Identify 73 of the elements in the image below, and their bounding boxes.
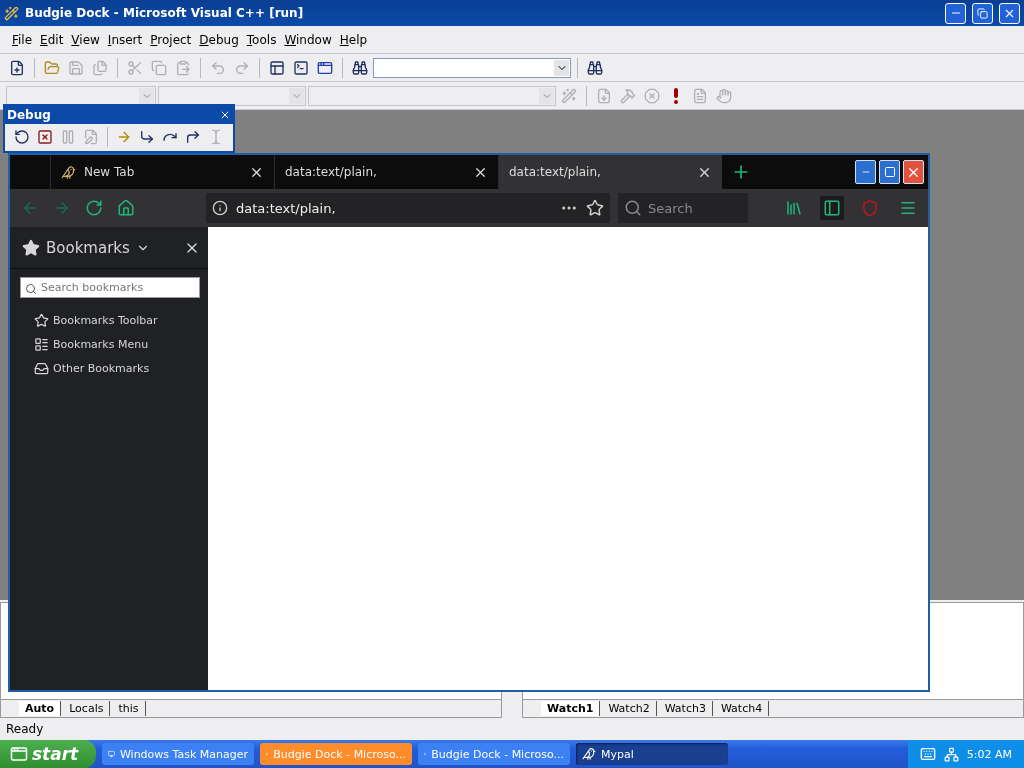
maximize-icon bbox=[883, 166, 896, 178]
stop-icon[interactable] bbox=[36, 129, 53, 146]
menu-item[interactable]: Debug bbox=[195, 30, 243, 49]
taskbar-button[interactable]: Windows Task Manager bbox=[102, 743, 254, 765]
restore-icon bbox=[977, 7, 988, 19]
star-icon bbox=[34, 312, 49, 328]
menu-item[interactable]: View bbox=[67, 30, 104, 49]
info-icon bbox=[212, 200, 228, 216]
sidebar-icon bbox=[823, 199, 841, 217]
sidebar-title[interactable]: Bookmarks bbox=[46, 238, 130, 257]
pane-tab[interactable]: Watch4 bbox=[714, 701, 770, 716]
find-combo-box[interactable] bbox=[373, 57, 571, 78]
window-title: Budgie Dock - Microsoft Visual C++ [run] bbox=[25, 6, 305, 20]
network-icon[interactable] bbox=[943, 746, 959, 762]
home-icon bbox=[117, 199, 135, 217]
combo-box[interactable] bbox=[158, 85, 306, 106]
star-icon bbox=[22, 238, 40, 257]
library-icon bbox=[785, 199, 803, 217]
pane-tab[interactable]: Watch1 bbox=[541, 701, 601, 716]
maximize-button[interactable] bbox=[879, 160, 900, 184]
binoculars-icon[interactable] bbox=[587, 59, 603, 76]
address-bar[interactable]: data:text/plain, bbox=[206, 193, 610, 223]
binoculars-icon[interactable] bbox=[352, 59, 368, 76]
folder-icon[interactable] bbox=[44, 59, 60, 76]
windows-icon[interactable] bbox=[317, 59, 333, 76]
clock: 5:02 AM bbox=[966, 747, 1012, 761]
menu-item[interactable]: Project bbox=[146, 30, 196, 49]
step-into-icon[interactable] bbox=[139, 129, 156, 146]
taskbar-button[interactable]: Mypal bbox=[576, 743, 728, 765]
back-icon bbox=[21, 199, 39, 217]
bookmark-folder[interactable]: Bookmarks Menu bbox=[53, 337, 149, 351]
search-field[interactable]: Search bookmarks bbox=[20, 277, 200, 298]
menu-icon bbox=[899, 199, 917, 217]
toolbar-title: Debug bbox=[7, 107, 51, 122]
restart-icon[interactable] bbox=[13, 129, 30, 146]
pane-tab[interactable]: Watch3 bbox=[658, 701, 713, 716]
search-icon bbox=[624, 199, 642, 217]
menu-item[interactable]: Tools bbox=[242, 30, 281, 49]
reload-icon bbox=[85, 199, 103, 217]
restore-button[interactable] bbox=[972, 2, 993, 24]
list-icon bbox=[34, 336, 49, 352]
menu-item[interactable]: Insert bbox=[103, 30, 147, 49]
tray-icon bbox=[34, 360, 49, 376]
terminal-icon[interactable] bbox=[293, 59, 309, 76]
menu-item[interactable]: Help bbox=[335, 30, 372, 49]
pane-tab[interactable]: Auto bbox=[19, 701, 62, 716]
window-panels-icon[interactable] bbox=[269, 59, 285, 76]
exclamation-icon[interactable] bbox=[673, 87, 679, 104]
pane-tab[interactable]: this bbox=[112, 701, 146, 716]
search-field[interactable]: Search bbox=[618, 193, 748, 223]
search-icon bbox=[25, 282, 37, 295]
menu-item[interactable]: Window bbox=[280, 30, 336, 49]
windows-logo-icon bbox=[10, 745, 28, 763]
browser-tab[interactable]: data:text/plain, bbox=[498, 155, 722, 189]
bookmark-folder[interactable]: Bookmarks Toolbar bbox=[53, 313, 158, 327]
step-out-icon[interactable] bbox=[185, 129, 202, 146]
sidebar-button[interactable] bbox=[820, 196, 844, 220]
pane-tab[interactable]: Watch2 bbox=[602, 701, 657, 716]
star-icon[interactable] bbox=[586, 199, 604, 217]
taskbar-button[interactable]: Budgie Dock - Microso... bbox=[418, 743, 570, 765]
pane-tab[interactable]: Locals bbox=[63, 701, 111, 716]
forward-icon bbox=[53, 199, 71, 217]
new-file-icon[interactable] bbox=[9, 59, 25, 76]
bird-icon bbox=[61, 164, 76, 180]
menu-item[interactable]: File bbox=[8, 30, 37, 49]
status-text: Ready bbox=[6, 722, 44, 736]
menu-item[interactable]: Edit bbox=[36, 30, 68, 49]
keyboard-icon[interactable] bbox=[919, 746, 936, 762]
bookmark-folder[interactable]: Other Bookmarks bbox=[53, 361, 150, 375]
shield-icon bbox=[861, 199, 879, 217]
bird-icon bbox=[582, 747, 596, 761]
combo-box[interactable] bbox=[6, 85, 156, 106]
url-text: data:text/plain, bbox=[236, 200, 337, 216]
